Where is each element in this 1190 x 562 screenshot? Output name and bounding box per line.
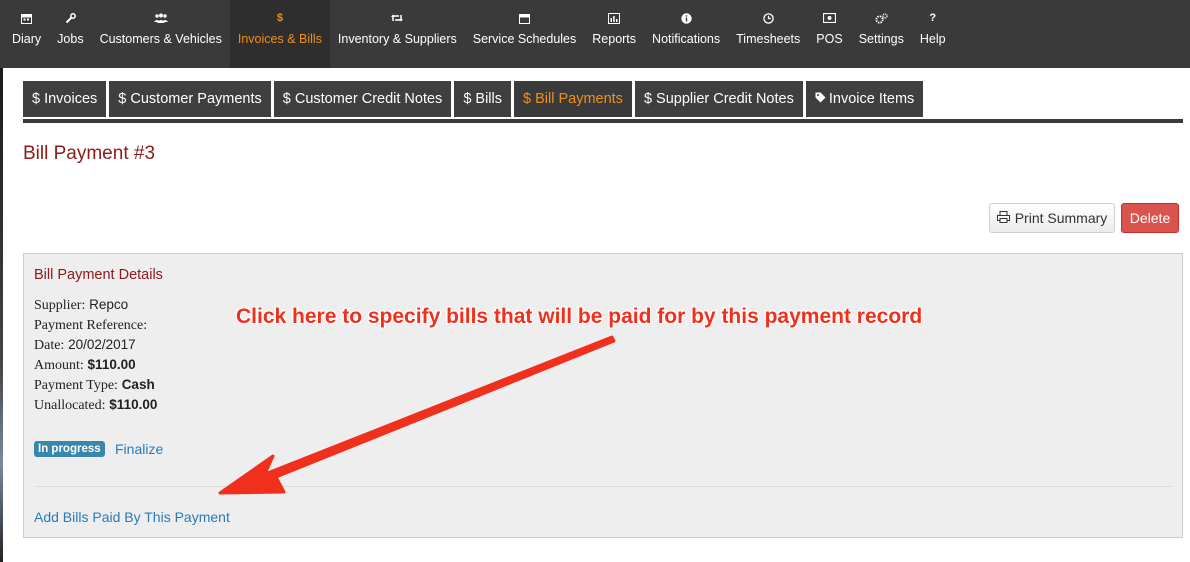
print-summary-button[interactable]: Print Summary <box>989 203 1115 233</box>
window-edge <box>0 68 3 562</box>
nav-item-timesheets[interactable]: Timesheets <box>728 0 808 68</box>
page-title: Bill Payment #3 <box>23 143 156 164</box>
info-icon <box>680 10 692 26</box>
nav-label: POS <box>816 32 843 46</box>
nav-item-settings[interactable]: Settings <box>851 0 912 68</box>
date-row: Date: 20/02/2017 <box>34 337 136 354</box>
nav-item-notifications[interactable]: Notifications <box>644 0 728 68</box>
nav-label: Notifications <box>652 32 721 46</box>
nav-item-inventory-suppliers[interactable]: Inventory & Suppliers <box>330 0 465 68</box>
amount-row: Amount: $110.00 <box>34 357 136 374</box>
finalize-link[interactable]: Finalize <box>115 441 163 457</box>
amount-label: Amount: <box>34 358 84 373</box>
main-nav: Diary Jobs Customers & Vehicles $ Invoic… <box>0 0 1190 68</box>
payment-type-label: Payment Type: <box>34 378 118 393</box>
nav-label: Inventory & Suppliers <box>337 32 457 46</box>
wrench-icon <box>65 10 76 26</box>
calendar-icon <box>21 10 33 26</box>
tab-invoice-items[interactable]: Invoice Items <box>805 81 924 117</box>
add-bills-paid-link[interactable]: Add Bills Paid By This Payment <box>34 509 230 525</box>
payment-type-row: Payment Type: Cash <box>34 377 155 394</box>
nav-label: Reports <box>592 32 637 46</box>
print-icon <box>996 210 1010 226</box>
nav-label: Invoices & Bills <box>237 32 322 46</box>
supplier-label: Supplier: <box>34 298 86 313</box>
unallocated-row: Unallocated: $110.00 <box>34 397 157 414</box>
tab-underline <box>23 119 1183 123</box>
tab-invoices[interactable]: $ Invoices <box>23 81 107 117</box>
tab-supplier-credit-notes[interactable]: $ Supplier Credit Notes <box>634 81 803 117</box>
nav-item-help[interactable]: ? Help <box>912 0 954 68</box>
unallocated-value: $110.00 <box>109 397 158 412</box>
calendar-icon <box>519 10 530 26</box>
nav-label: Timesheets <box>736 32 801 46</box>
nav-label: Diary <box>12 32 42 46</box>
invoices-tabbar: $ Invoices $ Customer Payments $ Custome… <box>23 81 926 120</box>
nav-label: Jobs <box>57 32 84 46</box>
retweet-icon <box>391 10 404 26</box>
tag-icon <box>815 81 826 117</box>
tab-bill-payments[interactable]: $ Bill Payments <box>514 81 632 117</box>
clock-icon <box>762 10 774 26</box>
nav-label: Help <box>919 32 946 46</box>
delete-button[interactable]: Delete <box>1121 203 1179 233</box>
nav-item-service-schedules[interactable]: Service Schedules <box>465 0 585 68</box>
nav-item-pos[interactable]: POS <box>808 0 850 68</box>
divider <box>34 486 1172 487</box>
date-value: 20/02/2017 <box>68 337 136 352</box>
tab-bills[interactable]: $ Bills <box>454 81 511 117</box>
dollar-icon: $ <box>276 12 283 24</box>
payment-type-value: Cash <box>121 377 155 392</box>
payment-reference-row: Payment Reference: <box>34 317 147 334</box>
nav-label: Customers & Vehicles <box>99 32 222 46</box>
tab-customer-payments[interactable]: $ Customer Payments <box>109 81 271 117</box>
gears-icon <box>875 10 888 26</box>
amount-value: $110.00 <box>87 357 136 372</box>
supplier-row: Supplier: Repco <box>34 297 128 314</box>
nav-item-invoices-bills[interactable]: $ Invoices & Bills <box>229 0 330 68</box>
status-badge: In progress <box>34 441 105 457</box>
panel-title: Bill Payment Details <box>34 267 163 283</box>
nav-label: Service Schedules <box>472 32 577 46</box>
bar-chart-icon <box>608 10 621 26</box>
bill-payment-details-panel: Bill Payment Details Supplier: Repco Pay… <box>23 253 1183 538</box>
nav-item-customers-vehicles[interactable]: Customers & Vehicles <box>92 0 230 68</box>
supplier-value: Repco <box>89 297 129 312</box>
date-label: Date: <box>34 338 65 353</box>
print-summary-label: Print Summary <box>1014 210 1108 226</box>
nav-label: Settings <box>858 32 904 46</box>
nav-item-diary[interactable]: Diary <box>4 0 49 68</box>
nav-item-jobs[interactable]: Jobs <box>49 0 91 68</box>
annotation-callout-text: Click here to specify bills that will be… <box>236 305 923 328</box>
users-icon <box>153 10 168 26</box>
question-icon: ? <box>929 12 937 24</box>
payment-reference-label: Payment Reference: <box>34 318 148 333</box>
tab-label: Invoice Items <box>828 91 915 107</box>
money-icon <box>823 10 836 26</box>
unallocated-label: Unallocated: <box>34 398 106 413</box>
nav-item-reports[interactable]: Reports <box>584 0 644 68</box>
tab-customer-credit-notes[interactable]: $ Customer Credit Notes <box>273 81 452 117</box>
